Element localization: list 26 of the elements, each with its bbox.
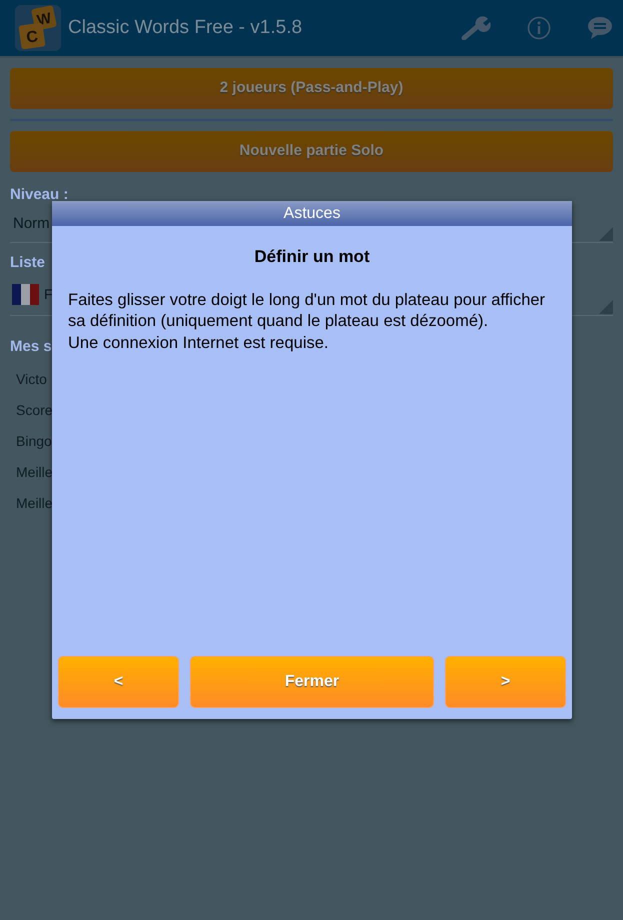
- dialog-text: Une connexion Internet est requise.: [67, 332, 330, 354]
- section-label: Liste: [10, 252, 46, 272]
- info-icon[interactable]: [527, 16, 551, 40]
- section-label: Mes s: [10, 337, 52, 357]
- chat-icon[interactable]: [587, 16, 613, 40]
- app-title: Classic Words Free - v1.5.8: [68, 16, 302, 40]
- dialog-text: Faites glisser votre doigt le long d'un mot du plateau pour afficher sa définition (uniquement quand le plateau est dézoomé).: [67, 290, 546, 332]
- dialog-heading: Définir un mot: [253, 246, 371, 268]
- dropdown-arrow-icon: [599, 300, 613, 314]
- menu-button[interactable]: 2 joueurs (Pass-and-Play): [10, 68, 613, 109]
- menu-button[interactable]: Nouvelle partie Solo: [10, 131, 613, 172]
- stat-row-text: Meille: [15, 462, 54, 482]
- previous-button[interactable]: <: [58, 656, 179, 708]
- stat-row-text: Victo: [15, 370, 48, 388]
- stat-row-text: Bingo: [15, 432, 53, 451]
- dropdown-value: Norm: [12, 214, 50, 234]
- dropdown-value: F: [44, 285, 53, 304]
- stat-row-text: Score: [15, 400, 54, 420]
- stat-row-text: Meille: [15, 494, 54, 512]
- wrench-icon[interactable]: [461, 16, 491, 40]
- dropdown-arrow-icon: [599, 226, 613, 240]
- next-button[interactable]: >: [445, 656, 566, 708]
- dialog-title: Astuces: [52, 201, 572, 226]
- app-logo: W C: [14, 4, 62, 52]
- close-button[interactable]: Fermer: [190, 656, 434, 708]
- flag-icon: [12, 284, 39, 305]
